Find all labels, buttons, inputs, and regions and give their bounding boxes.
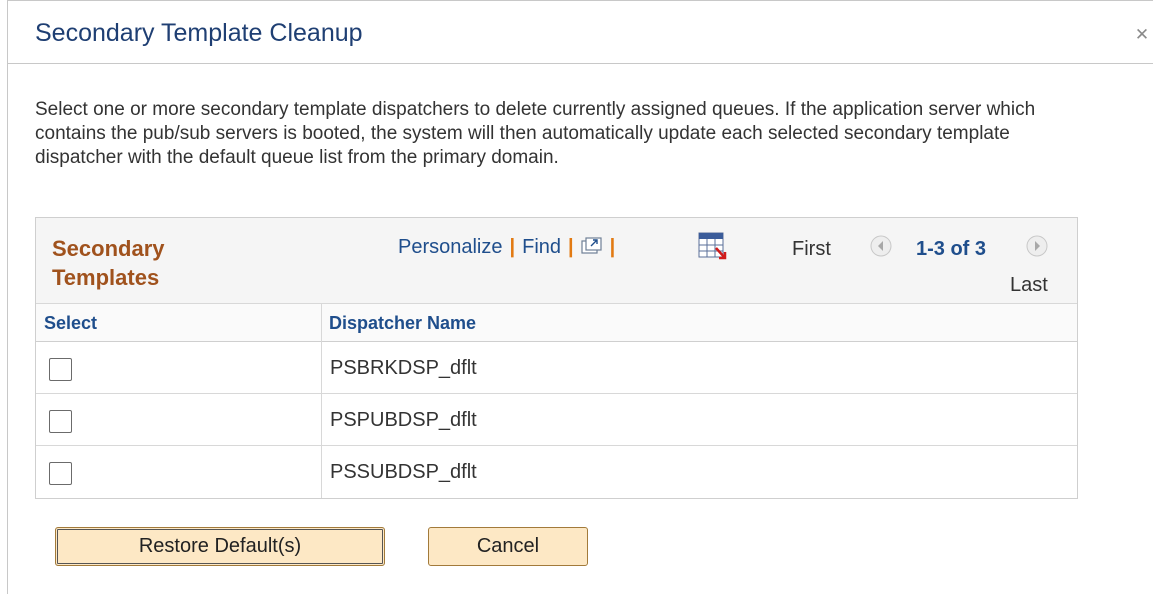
table-row: PSPUBDSP_dflt — [36, 394, 1077, 446]
table-row: PSBRKDSP_dflt — [36, 342, 1077, 394]
column-header-select[interactable]: Select — [44, 313, 97, 334]
table-row: PSSUBDSP_dflt — [36, 446, 1077, 498]
instructions-text: Select one or more secondary template di… — [35, 99, 1036, 168]
grid-header: Secondary Templates Personalize | Find | | F… — [36, 218, 1077, 304]
previous-arrow-icon[interactable] — [870, 235, 892, 257]
secondary-template-cleanup-dialog: Secondary Template Cleanup ✕ Select one … — [7, 0, 1153, 594]
dispatcher-name-cell: PSBRKDSP_dflt — [330, 357, 477, 379]
close-icon[interactable]: ✕ — [1132, 25, 1152, 45]
column-header-dispatcher-name[interactable]: Dispatcher Name — [329, 313, 476, 334]
dispatcher-name-cell: PSSUBDSP_dflt — [330, 461, 477, 483]
personalize-link[interactable]: Personalize — [398, 236, 503, 258]
download-to-excel-icon[interactable] — [698, 232, 728, 260]
column-header-row: Select Dispatcher Name — [36, 304, 1077, 342]
grid-title: Secondary Templates — [52, 236, 165, 290]
select-checkbox[interactable] — [49, 410, 72, 433]
separator: | — [509, 236, 516, 258]
separator: | — [568, 236, 574, 258]
pager-last: Last — [1010, 274, 1048, 296]
dispatcher-name-cell: PSPUBDSP_dflt — [330, 409, 477, 431]
find-link[interactable]: Find — [522, 236, 561, 258]
secondary-templates-grid: Secondary Templates Personalize | Find | | F… — [35, 217, 1078, 499]
select-checkbox[interactable] — [49, 462, 72, 485]
next-arrow-icon[interactable] — [1026, 235, 1048, 257]
dialog-title: Secondary Template Cleanup — [35, 19, 363, 47]
cancel-button[interactable]: Cancel — [428, 527, 588, 566]
grid-toolbar: Personalize | Find | | — [398, 236, 622, 259]
select-checkbox[interactable] — [49, 358, 72, 381]
dialog-titlebar: Secondary Template Cleanup ✕ — [8, 1, 1153, 64]
restore-defaults-button[interactable]: Restore Default(s) — [55, 527, 385, 566]
pager-range: 1-3 of 3 — [916, 238, 987, 260]
separator: | — [609, 236, 616, 258]
zoom-new-window-icon[interactable] — [581, 237, 603, 255]
pager-first: First — [792, 238, 831, 260]
